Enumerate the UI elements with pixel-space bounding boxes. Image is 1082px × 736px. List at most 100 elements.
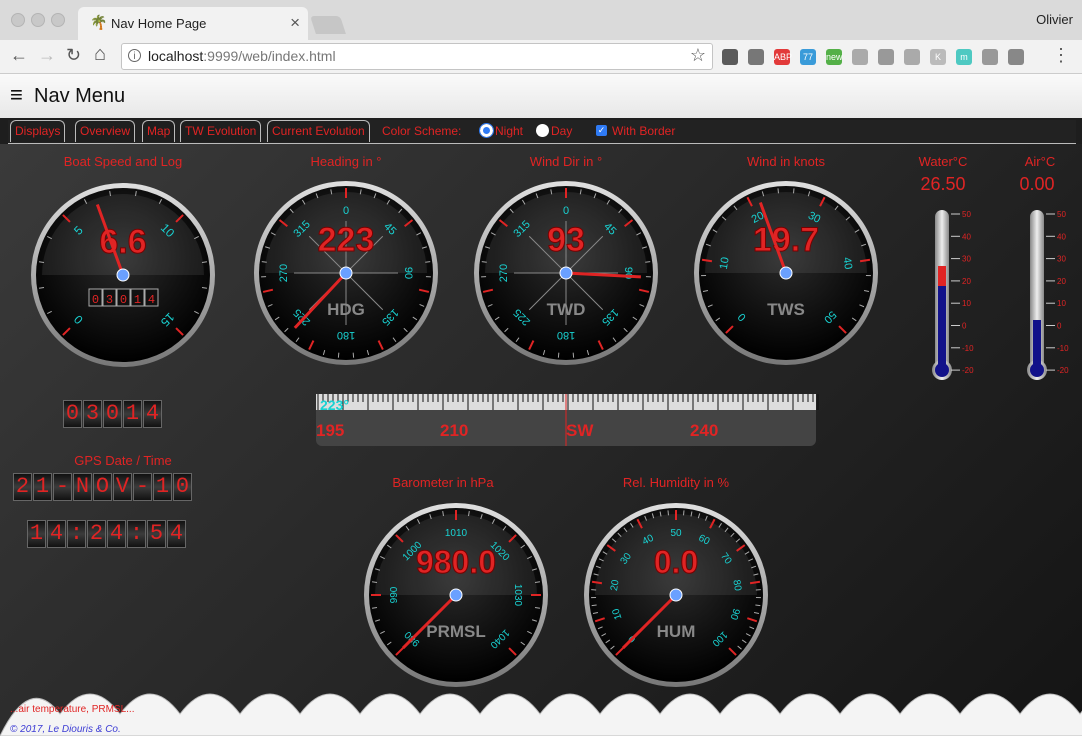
air-tick-label: 50 xyxy=(1057,210,1066,219)
air-tick-label: 20 xyxy=(1057,277,1066,286)
box-icon[interactable] xyxy=(1008,49,1024,65)
twd-label: TWD xyxy=(547,300,586,319)
page-content: ≡ Nav Menu Displays Overview Map TW Evol… xyxy=(0,74,1082,736)
hum-hub xyxy=(669,588,683,602)
water-tick-label: 40 xyxy=(962,232,971,241)
grid-icon[interactable] xyxy=(878,49,894,65)
log-digit: 0 xyxy=(103,400,122,428)
browser-tab-bar: 🌴 Nav Home Page × Olivier xyxy=(0,0,1082,40)
hdg-value: 223 xyxy=(318,221,375,259)
compass-label: SW xyxy=(566,421,594,440)
tab-close-icon[interactable]: × xyxy=(290,13,300,33)
air-tick-label: 30 xyxy=(1057,255,1066,264)
bookmark-star-icon[interactable]: ☆ xyxy=(690,45,706,66)
new-tab-button[interactable] xyxy=(310,16,346,34)
url-text: localhost:9999/web/index.html xyxy=(148,48,336,64)
gps-date-digit: N xyxy=(73,473,92,501)
maximize-window-button[interactable] xyxy=(51,13,65,27)
circle-icon[interactable] xyxy=(852,49,868,65)
hdg-tick-label: 0 xyxy=(343,205,349,217)
bsp-log-digit: 1 xyxy=(134,293,141,307)
hdg-tick-label: 180 xyxy=(337,329,355,341)
bug-icon[interactable] xyxy=(748,49,764,65)
baro-value: 980.0 xyxy=(416,544,496,580)
gps-date-digit: O xyxy=(93,473,112,501)
profile-name[interactable]: Olivier xyxy=(1036,12,1073,27)
log-digit: 3 xyxy=(83,400,102,428)
twd-tick-label: 180 xyxy=(557,329,575,341)
baro-label: PRMSL xyxy=(426,622,486,641)
water-tick-label: -20 xyxy=(962,366,974,375)
tws-label: TWS xyxy=(767,300,805,319)
bsp-log-digit: 4 xyxy=(148,293,155,307)
log-digit: 0 xyxy=(63,400,82,428)
hum-value: 0.0 xyxy=(654,544,698,580)
hdg-tick-label: 90 xyxy=(402,267,414,279)
hdg-label: HDG xyxy=(327,300,365,319)
address-bar[interactable]: i localhost:9999/web/index.html ☆ xyxy=(121,43,713,70)
evernote-icon[interactable] xyxy=(722,49,738,65)
weather-icon[interactable]: 77 xyxy=(800,49,816,65)
minimize-window-button[interactable] xyxy=(31,13,45,27)
tws-value: 19.7 xyxy=(753,221,819,259)
gps-date-digit: - xyxy=(53,473,72,501)
log-digit: 1 xyxy=(123,400,142,428)
gps-title: GPS Date / Time xyxy=(74,453,172,468)
water-tick-label: 0 xyxy=(962,322,967,331)
close-window-button[interactable] xyxy=(11,13,25,27)
music-icon[interactable] xyxy=(982,49,998,65)
twd-value: 93 xyxy=(547,221,585,259)
air-bulb xyxy=(1030,363,1044,377)
baro-tick-label: 990 xyxy=(389,586,400,603)
new-icon[interactable]: new xyxy=(826,49,843,65)
tws-tick-label: 40 xyxy=(840,256,854,270)
water-tick-label: -10 xyxy=(962,344,974,353)
gps-date-digit: 0 xyxy=(173,473,192,501)
info-icon[interactable]: i xyxy=(128,49,141,62)
twd-tick-label: 0 xyxy=(563,205,569,217)
footer-copyright: © 2017, Le Diouris & Co. xyxy=(10,724,121,735)
gps-time-digit: 4 xyxy=(107,520,126,548)
gps-date: 21-NOV-10 xyxy=(13,473,193,501)
hdg-tick-label: 270 xyxy=(278,264,290,282)
gps-date-digit: V xyxy=(113,473,132,501)
adblock-icon[interactable]: ABP xyxy=(774,49,792,65)
hum-tick-label: 80 xyxy=(730,579,743,592)
twd-tick xyxy=(645,261,651,263)
compass-current: 223° xyxy=(320,397,349,413)
browser-tab[interactable]: 🌴 Nav Home Page × xyxy=(78,7,308,40)
back-icon[interactable]: ← xyxy=(10,45,28,66)
gps-date-digit: 2 xyxy=(13,473,32,501)
bsp-hub xyxy=(116,268,130,282)
forward-icon[interactable]: → xyxy=(38,45,56,66)
k-icon[interactable]: K xyxy=(930,49,946,65)
waves-decoration xyxy=(0,693,1082,736)
palm-tree-icon: 🌴 xyxy=(90,14,108,30)
browser-toolbar: ← → ↻ ⌂ i localhost:9999/web/index.html … xyxy=(0,40,1082,74)
gps-time-digit: 2 xyxy=(87,520,106,548)
gps-date-digit: 1 xyxy=(153,473,172,501)
log-counter: 03014 xyxy=(63,400,163,428)
tws-tick-label: 10 xyxy=(718,256,732,270)
gps-time-digit: : xyxy=(127,520,146,548)
hum-tick-label: 20 xyxy=(609,579,622,592)
gps-time: 14:24:54 xyxy=(27,520,187,548)
air-tick-label: 10 xyxy=(1057,299,1066,308)
water-tick-label: 10 xyxy=(962,299,971,308)
cube-icon[interactable] xyxy=(904,49,920,65)
compass-label: 195 xyxy=(316,421,344,440)
water-fluid-hot xyxy=(938,266,946,286)
air-fluid xyxy=(1033,320,1041,370)
compass-label: 240 xyxy=(690,421,718,440)
compass-label: 210 xyxy=(440,421,468,440)
footer-note: ...air temperature, PRMSL... xyxy=(10,704,135,715)
m-icon[interactable]: m xyxy=(956,49,972,65)
gps-time-digit: 1 xyxy=(27,520,46,548)
gps-time-digit: 4 xyxy=(167,520,186,548)
browser-menu-icon[interactable]: ⋮ xyxy=(1052,45,1070,66)
home-icon[interactable]: ⌂ xyxy=(94,43,106,66)
tab-title: Nav Home Page xyxy=(111,16,207,31)
hum-tick xyxy=(755,604,761,607)
reload-icon[interactable]: ↻ xyxy=(66,45,81,66)
log-digit: 4 xyxy=(143,400,162,428)
